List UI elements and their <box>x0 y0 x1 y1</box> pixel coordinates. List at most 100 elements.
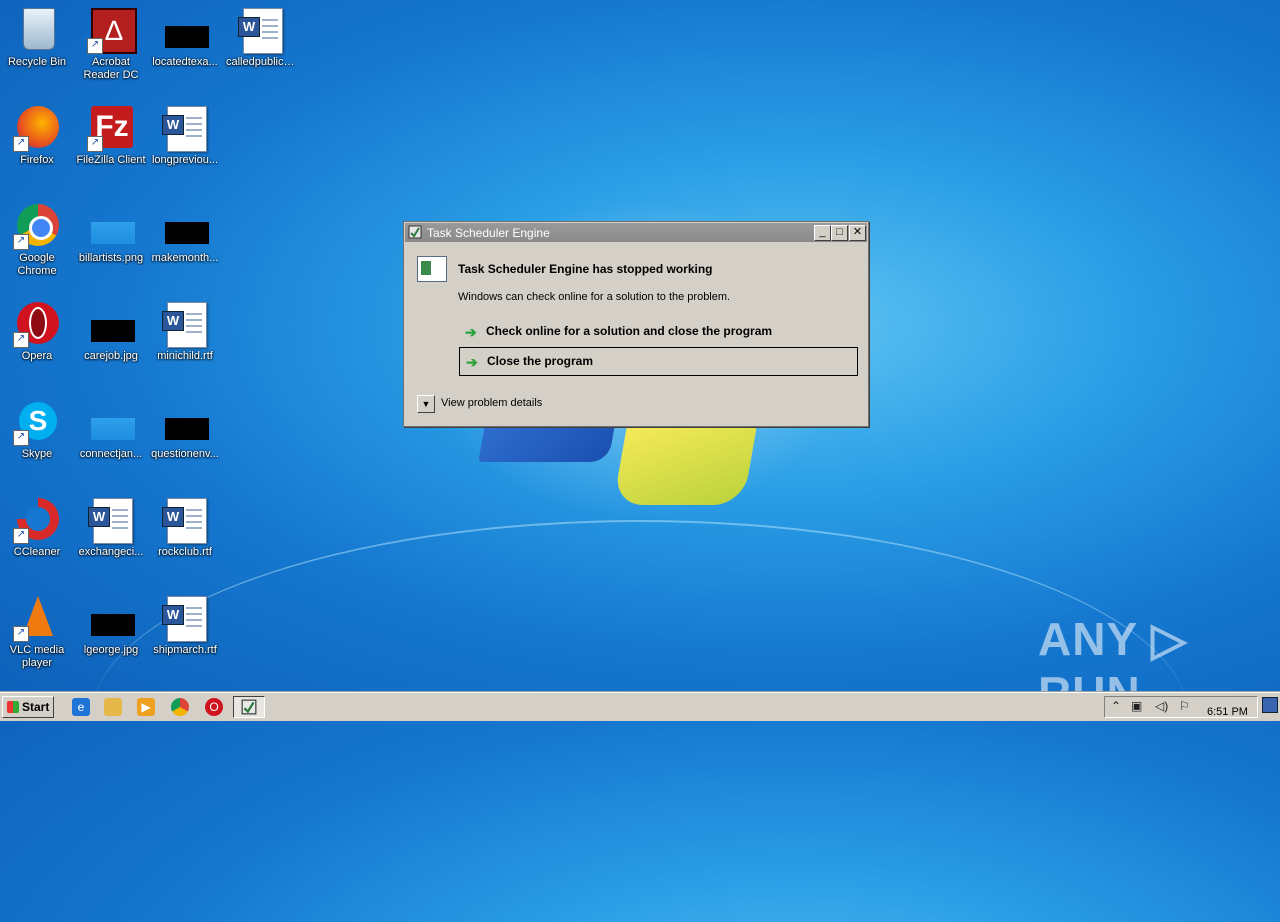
icon-label: Skype <box>21 448 53 460</box>
desktop-icon-firefox[interactable]: ↗ Firefox <box>0 104 74 167</box>
minimize-button[interactable]: _ <box>814 225 831 241</box>
start-label: Start <box>22 700 50 714</box>
windows-logo-yellow <box>612 425 758 505</box>
desktop-icon-file[interactable]: W exchangeci... <box>74 496 148 559</box>
recycle-bin-icon <box>23 8 55 50</box>
green-arrow-icon: ➔ <box>465 324 477 340</box>
green-arrow-icon: ➔ <box>466 354 478 370</box>
shortcut-arrow-icon: ↗ <box>13 626 29 642</box>
icon-label: VLC media player <box>9 644 65 669</box>
program-error-icon <box>417 256 447 282</box>
icon-label: carejob.jpg <box>84 350 138 362</box>
icon-label: Acrobat Reader DC <box>83 56 139 81</box>
word-document-icon: W <box>88 498 133 544</box>
taskbar: Start e ▶ O ⌃ ▣ ◁) ⚐ <box>0 692 1280 721</box>
action-center-flag-icon[interactable]: ⚐ <box>1179 699 1190 713</box>
desktop-icon-file[interactable]: connectjan... <box>74 398 148 461</box>
word-document-icon: W <box>162 106 207 152</box>
close-button[interactable]: ✕ <box>849 225 866 241</box>
icon-label: Google Chrome <box>17 252 57 277</box>
desktop-icon-google-chrome[interactable]: ↗ Google Chrome <box>0 202 74 278</box>
show-desktop-button[interactable] <box>1262 697 1278 713</box>
desktop-icon-filezilla[interactable]: Fz ↗ FileZilla Client <box>74 104 148 167</box>
word-document-icon: W <box>162 302 207 348</box>
desktop-icon-file[interactable]: lgeorge.jpg <box>74 594 148 657</box>
view-problem-details-link[interactable]: View problem details <box>441 397 542 409</box>
desktop-icon-file[interactable]: makemonth... <box>148 202 222 265</box>
shortcut-arrow-icon: ↗ <box>13 528 29 544</box>
icon-label: connectjan... <box>79 448 143 460</box>
desktop-icon-recycle-bin[interactable]: Recycle Bin <box>0 6 74 69</box>
icon-label: makemonth... <box>151 252 219 264</box>
taskbar-task-scheduler[interactable] <box>233 696 265 718</box>
desktop-icon-file[interactable]: W minichild.rtf <box>148 300 222 363</box>
icon-label: FileZilla Client <box>76 154 146 166</box>
internet-explorer-icon[interactable]: e <box>72 698 90 716</box>
volume-icon[interactable]: ◁) <box>1155 699 1168 713</box>
explorer-icon[interactable] <box>104 698 122 716</box>
windows-flag-icon <box>7 701 19 713</box>
maximize-button[interactable]: □ <box>831 225 848 241</box>
error-dialog: Task Scheduler Engine _ □ ✕ Task Schedul… <box>403 221 869 427</box>
shortcut-arrow-icon: ↗ <box>87 136 103 152</box>
start-button[interactable]: Start <box>2 696 54 718</box>
icon-label: Recycle Bin <box>7 56 67 68</box>
shortcut-arrow-icon: ↗ <box>13 332 29 348</box>
desktop-icon-file[interactable]: W calledpublic.rtf <box>224 6 298 69</box>
desktop-icon-opera[interactable]: ↗ Opera <box>0 300 74 363</box>
file-icon <box>165 418 209 440</box>
icon-label: locatedtexa... <box>152 56 218 68</box>
icon-label: calledpublic.rtf <box>226 56 297 68</box>
dialog-headline: Task Scheduler Engine has stopped workin… <box>458 262 713 276</box>
shortcut-arrow-icon: ↗ <box>13 136 29 152</box>
shortcut-arrow-icon: ↗ <box>13 430 29 446</box>
close-program-button[interactable]: ➔ Close the program <box>459 347 858 376</box>
icon-label: lgeorge.jpg <box>83 644 139 656</box>
action-label: Close the program <box>487 354 594 368</box>
chrome-icon[interactable] <box>171 698 189 716</box>
word-document-icon: W <box>162 498 207 544</box>
icon-label: billartists.png <box>78 252 144 264</box>
network-icon[interactable]: ▣ <box>1131 699 1142 713</box>
opera-icon[interactable]: O <box>205 698 223 716</box>
word-document-icon: W <box>238 8 283 54</box>
desktop-icon-file[interactable]: carejob.jpg <box>74 300 148 363</box>
action-label: Check online for a solution and close th… <box>486 324 773 338</box>
desktop-icon-skype[interactable]: S ↗ Skype <box>0 398 74 461</box>
icon-label: CCleaner <box>13 546 61 558</box>
image-file-icon <box>91 222 135 244</box>
image-file-icon <box>91 320 135 342</box>
desktop-icon-ccleaner[interactable]: ↗ CCleaner <box>0 496 74 559</box>
media-player-icon[interactable]: ▶ <box>137 698 155 716</box>
task-scheduler-icon <box>408 225 422 239</box>
taskbar-clock[interactable]: 6:51 PM <box>1207 706 1248 718</box>
wallpaper-swoosh <box>90 520 1190 922</box>
shortcut-arrow-icon: ↗ <box>87 38 103 54</box>
word-document-icon: W <box>162 596 207 642</box>
desktop-icon-file[interactable]: billartists.png <box>74 202 148 265</box>
chevron-up-icon[interactable]: ⌃ <box>1111 699 1121 713</box>
image-file-icon <box>91 614 135 636</box>
expand-details-button[interactable]: ▼ <box>417 395 435 413</box>
desktop-icon-file[interactable]: W shipmarch.rtf <box>148 594 222 657</box>
task-scheduler-icon <box>241 699 257 715</box>
icon-label: exchangeci... <box>78 546 144 558</box>
desktop-icon-vlc[interactable]: ↗ VLC media player <box>0 594 74 670</box>
file-icon <box>91 418 135 440</box>
shortcut-arrow-icon: ↗ <box>13 234 29 250</box>
icon-label: longpreviou... <box>151 154 219 166</box>
desktop-icon-acrobat[interactable]: ∆ ↗ Acrobat Reader DC <box>74 6 148 82</box>
dialog-titlebar[interactable]: Task Scheduler Engine _ □ ✕ <box>405 223 867 242</box>
file-icon <box>165 222 209 244</box>
desktop-icon-file[interactable]: locatedtexa... <box>148 6 222 69</box>
dialog-title: Task Scheduler Engine <box>427 226 550 240</box>
icon-label: questionenv... <box>151 448 219 460</box>
desktop-icon-file[interactable]: questionenv... <box>148 398 222 461</box>
desktop-icon-file[interactable]: W longpreviou... <box>148 104 222 167</box>
icon-label: Opera <box>21 350 53 362</box>
icon-label: rockclub.rtf <box>158 546 212 558</box>
check-online-button[interactable]: ➔ Check online for a solution and close … <box>459 318 856 345</box>
icon-label: minichild.rtf <box>157 350 213 362</box>
desktop-icon-file[interactable]: W rockclub.rtf <box>148 496 222 559</box>
icon-label: shipmarch.rtf <box>153 644 217 656</box>
